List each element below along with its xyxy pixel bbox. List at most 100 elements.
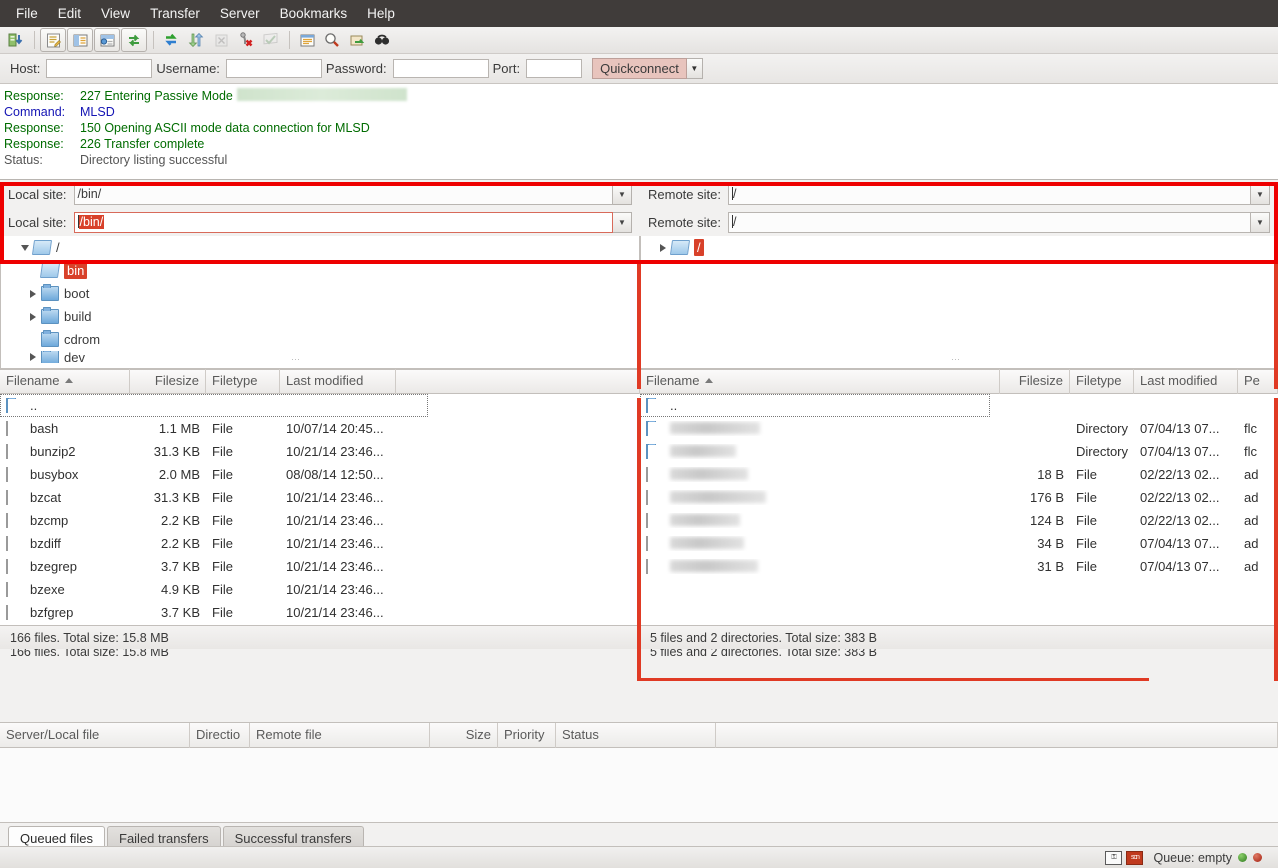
tree-row-cdrom[interactable]: cdrom [1, 328, 639, 351]
tree-label: dev [64, 351, 85, 363]
file-row[interactable]: 176 B File 02/22/13 02... ad [640, 486, 1278, 509]
tree-grip[interactable]: ⋯ [951, 354, 961, 365]
column-header-lastmodified[interactable]: Last modified [280, 369, 396, 394]
log-label: Status: [4, 152, 80, 168]
host-input[interactable] [46, 59, 152, 78]
expander-right-icon[interactable] [25, 353, 41, 361]
local-path-row: Local site: /bin/ ▼ [0, 180, 640, 208]
file-row[interactable]: 31 B File 07/04/13 07... ad [640, 555, 1278, 578]
column-header-size[interactable]: Size [430, 723, 498, 748]
file-size: 3.7 KB [130, 605, 206, 620]
menu-item-bookmarks[interactable]: Bookmarks [270, 3, 358, 25]
toggle-transfer-queue-icon[interactable] [94, 28, 120, 52]
expander-right-icon[interactable] [25, 290, 41, 298]
remote-directory-tree[interactable]: / ⋯ [640, 236, 1278, 369]
file-row[interactable]: 18 B File 02/22/13 02... ad [640, 463, 1278, 486]
local-path-input[interactable]: /bin/ [74, 184, 613, 205]
file-icon [6, 490, 8, 505]
expander-down-icon[interactable] [17, 245, 33, 251]
file-row[interactable]: Directory 07/04/13 07... flc [640, 417, 1278, 440]
remote-path-input-duplicate[interactable]: / [728, 212, 1251, 233]
reconnect-icon[interactable] [345, 29, 369, 51]
menu-item-view[interactable]: View [91, 3, 140, 25]
column-header-direction[interactable]: Directio [190, 723, 250, 748]
compare-directories-icon[interactable] [259, 29, 283, 51]
file-row[interactable]: bzgrep 3.7 KB File 10/21/14 23:46... [0, 624, 640, 625]
column-header-serverlocalfile[interactable]: Server/Local file [0, 723, 190, 748]
cancel-operation-icon[interactable] [234, 29, 258, 51]
toggle-filter-icon[interactable] [209, 29, 233, 51]
local-directory-tree[interactable]: / bin boot build cdrom [0, 236, 640, 369]
log-line: Status: Directory listing successful [0, 152, 1278, 168]
remote-path-input[interactable]: / [728, 184, 1251, 205]
file-row[interactable]: bash 1.1 MB File 10/07/14 20:45... [0, 417, 640, 440]
local-path-input-focused[interactable]: /bin/ [74, 212, 613, 233]
message-log[interactable]: Command: PASV Response: 227 Entering Pas… [0, 84, 1278, 180]
file-row[interactable]: bzexe 4.9 KB File 10/21/14 23:46... [0, 578, 640, 601]
menu-item-help[interactable]: Help [357, 3, 405, 25]
transfer-indicator-red [1253, 853, 1262, 862]
toggle-message-log-icon[interactable] [40, 28, 66, 52]
column-header-filetype[interactable]: Filetype [1070, 369, 1134, 394]
file-row[interactable]: bunzip2 31.3 KB File 10/21/14 23:46... [0, 440, 640, 463]
column-header-filetype[interactable]: Filetype [206, 369, 280, 394]
local-file-list[interactable]: .. bash 1.1 MB File 10/07/14 20:45... bu… [0, 394, 640, 625]
column-header-priority[interactable]: Priority [498, 723, 556, 748]
find-files-icon[interactable] [370, 29, 394, 51]
file-row[interactable]: bzegrep 3.7 KB File 10/21/14 23:46... [0, 555, 640, 578]
quickconnect-button[interactable]: Quickconnect [592, 58, 687, 79]
directory-listing-icon[interactable] [295, 29, 319, 51]
column-header-permissions[interactable]: Pe [1238, 369, 1278, 394]
file-row[interactable]: 124 B File 02/22/13 02... ad [640, 509, 1278, 532]
search-remote-files-icon[interactable] [320, 29, 344, 51]
local-path-dropdown-icon[interactable]: ▼ [613, 184, 632, 205]
process-queue-icon[interactable] [184, 29, 208, 51]
column-header-status[interactable]: Status [556, 723, 716, 748]
file-row[interactable]: bzcat 31.3 KB File 10/21/14 23:46... [0, 486, 640, 509]
file-row[interactable]: bzfgrep 3.7 KB File 10/21/14 23:46... [0, 601, 640, 624]
tree-row-remote-root[interactable]: / [641, 236, 1277, 259]
menu-item-file[interactable]: File [6, 3, 48, 25]
column-header-filesize[interactable]: Filesize [130, 369, 206, 394]
tree-grip[interactable]: ⋯ [291, 354, 301, 365]
remote-file-list[interactable]: .. Directory 07/04/13 07... flc Director… [640, 394, 1278, 625]
file-row[interactable]: 34 B File 07/04/13 07... ad [640, 532, 1278, 555]
file-icon [6, 513, 8, 528]
file-icon [6, 421, 8, 436]
column-header-lastmodified[interactable]: Last modified [1134, 369, 1238, 394]
file-row-parent[interactable]: .. [640, 394, 990, 417]
column-header-filename[interactable]: Filename [0, 369, 130, 394]
local-path-dropdown-icon-duplicate[interactable]: ▼ [613, 212, 632, 233]
menu-item-transfer[interactable]: Transfer [140, 3, 210, 25]
column-header-remotefile[interactable]: Remote file [250, 723, 430, 748]
toggle-directory-tree-icon[interactable] [67, 28, 93, 52]
column-header-filename[interactable]: Filename [640, 369, 1000, 394]
tree-row-dev[interactable]: dev [1, 351, 639, 363]
port-input[interactable] [526, 59, 582, 78]
refresh-icon[interactable] [159, 29, 183, 51]
file-row[interactable]: bzcmp 2.2 KB File 10/21/14 23:46... [0, 509, 640, 532]
file-row[interactable]: Directory 07/04/13 07... flc [640, 440, 1278, 463]
file-modified: 10/07/14 20:45... [280, 421, 410, 436]
menu-item-edit[interactable]: Edit [48, 3, 91, 25]
site-manager-icon[interactable] [4, 29, 28, 51]
file-row-parent[interactable]: .. [0, 394, 428, 417]
quickconnect-dropdown-icon[interactable]: ▼ [687, 58, 703, 79]
file-row[interactable]: bzdiff 2.2 KB File 10/21/14 23:46... [0, 532, 640, 555]
tree-row-boot[interactable]: boot [1, 282, 639, 305]
synchronized-browsing-icon[interactable] [121, 28, 147, 52]
queue-list[interactable] [0, 748, 1278, 823]
username-input[interactable] [226, 59, 322, 78]
file-row[interactable]: busybox 2.0 MB File 08/08/14 12:50... [0, 463, 640, 486]
redacted-address [237, 88, 407, 101]
column-header-filesize[interactable]: Filesize [1000, 369, 1070, 394]
tree-row-root[interactable]: / [1, 236, 639, 259]
password-input[interactable] [393, 59, 489, 78]
tree-row-bin[interactable]: bin [1, 259, 639, 282]
expander-right-icon[interactable] [25, 313, 41, 321]
tree-row-build[interactable]: build [1, 305, 639, 328]
remote-path-dropdown-icon-duplicate[interactable]: ▼ [1251, 212, 1270, 233]
menu-item-server[interactable]: Server [210, 3, 270, 25]
remote-path-dropdown-icon[interactable]: ▼ [1251, 184, 1270, 205]
expander-right-icon[interactable] [655, 244, 671, 252]
